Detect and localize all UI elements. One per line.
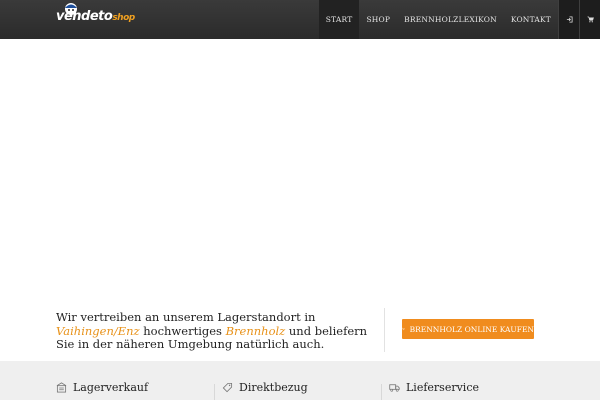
product-highlight: Brennholz (225, 323, 286, 338)
feature-label: Lagerverkauf (73, 381, 149, 394)
cart-icon (586, 16, 594, 23)
location-highlight: Vaihingen/Enz (56, 323, 140, 338)
cart-button[interactable] (579, 0, 600, 39)
feature-label: Lieferservice (406, 381, 479, 394)
feature-lieferservice: Lieferservice (389, 381, 479, 394)
feature-divider (381, 384, 382, 400)
login-button[interactable] (558, 0, 579, 39)
buy-firewood-label: BRENNHOLZ ONLINE KAUFEN (409, 324, 534, 334)
cart-icon (402, 327, 405, 331)
nav-item-start[interactable]: START (318, 0, 360, 39)
main-nav: START SHOP BRENNHOLZLEXIKON KONTAKT (318, 0, 600, 39)
intro-text: Wir vertreiben an unserem Lagerstandort … (56, 310, 368, 351)
intro-divider (384, 308, 385, 352)
nav-item-brennholzlexikon[interactable]: BRENNHOLZLEXIKON (397, 0, 504, 39)
feature-label: Direktbezug (239, 381, 308, 394)
hero-banner (0, 39, 600, 295)
login-icon (566, 16, 573, 23)
features-bar: Lagerverkauf Direktbezug Lieferservice (0, 361, 600, 400)
feature-direktbezug: Direktbezug (222, 381, 308, 394)
logo[interactable]: vendetoshop (56, 2, 135, 36)
truck-icon (389, 384, 400, 392)
feature-lagerverkauf: Lagerverkauf (56, 381, 148, 394)
tag-icon (222, 382, 233, 393)
storage-icon (56, 382, 67, 393)
logo-text: vendetoshop (56, 9, 135, 24)
feature-divider (214, 384, 215, 400)
buy-firewood-button[interactable]: BRENNHOLZ ONLINE KAUFEN (402, 319, 534, 339)
site-header: vendetoshop START SHOP BRENNHOLZLEXIKON … (0, 0, 600, 39)
nav-item-kontakt[interactable]: KONTAKT (504, 0, 558, 39)
nav-item-shop[interactable]: SHOP (359, 0, 397, 39)
